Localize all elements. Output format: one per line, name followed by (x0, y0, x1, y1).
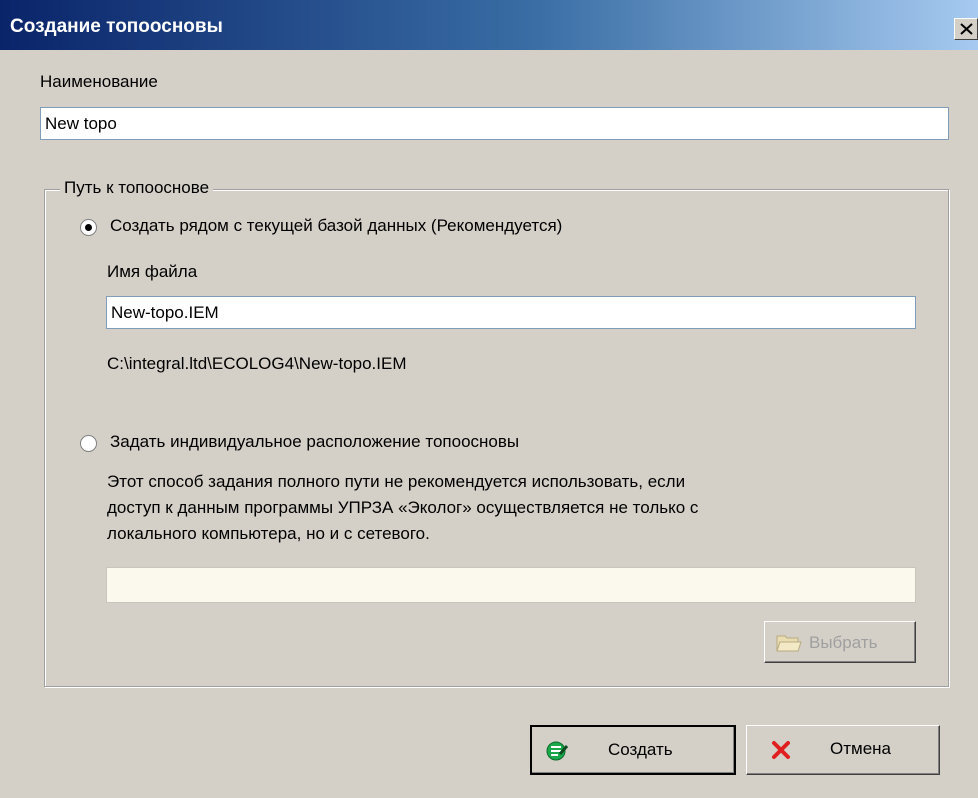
custom-path-input[interactable] (106, 567, 916, 603)
name-input[interactable] (40, 107, 949, 140)
name-label: Наименование (40, 72, 158, 91)
filename-label: Имя файла (107, 262, 198, 281)
radio-near-db-label[interactable]: Создать рядом с текущей базой данных (Ре… (110, 216, 562, 236)
folder-open-icon (776, 635, 802, 652)
custom-description-line1: Этот способ задания полного пути не реко… (107, 472, 686, 491)
custom-description-line3: локального компьютера, но и с сетевого. (107, 524, 430, 543)
browse-button-label: Выбрать (809, 633, 878, 652)
window-title: Создание топоосновы (10, 16, 223, 37)
path-group-legend: Путь к топооснове (60, 178, 214, 198)
create-button-label: Создать (608, 740, 673, 759)
red-x-icon (772, 741, 790, 759)
radio-custom-location[interactable] (80, 435, 97, 452)
full-path-text: C:\integral.ltd\ECOLOG4\New-topo.IEM (107, 354, 407, 373)
browse-button[interactable]: Выбрать (764, 621, 916, 663)
cancel-button[interactable]: Отмена (746, 725, 940, 775)
filename-input[interactable] (106, 296, 916, 329)
close-icon (960, 23, 973, 35)
close-button[interactable] (954, 18, 978, 40)
radio-custom-location-label[interactable]: Задать индивидуальное расположение топоо… (110, 432, 519, 452)
custom-description-line2: доступ к данным программы УПРЗА «Эколог»… (107, 498, 699, 517)
cancel-button-label: Отмена (830, 739, 891, 758)
radio-near-db[interactable] (80, 219, 97, 236)
title-bar: Создание топоосновы (0, 0, 978, 50)
create-db-icon (546, 741, 568, 761)
create-button[interactable]: Создать (530, 725, 736, 775)
